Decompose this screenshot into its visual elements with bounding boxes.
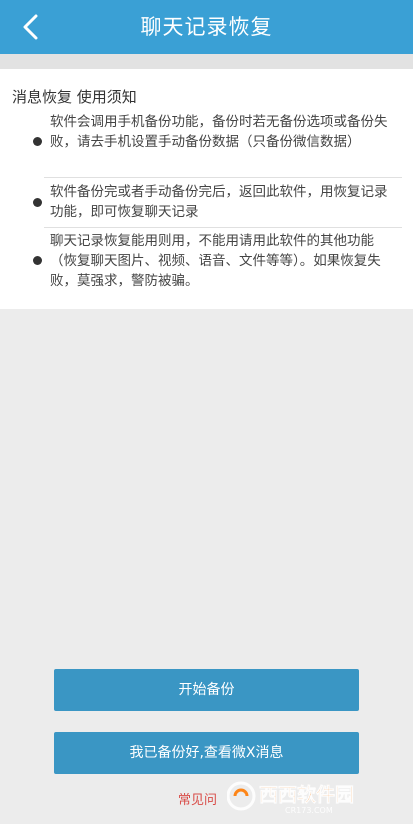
notice-item-text: 聊天记录恢复能用则用，不能用请用此软件的其他功能（恢复聊天图片、视频、语音、文件… [50,233,381,289]
divider [44,177,402,178]
notice-title: 消息恢复 使用须知 [12,88,137,106]
bullet-icon [33,256,42,265]
watermark-logo-icon: 西西软件园 CR173.COM [226,781,354,815]
notice-item-text: 软件会调用手机备份功能，备份时若无备份选项或备份失败，请去手机设置手动备份数据（… [50,114,388,150]
site-watermark: 西西软件园 CR173.COM [226,776,407,816]
svg-text:西西软件园: 西西软件园 [259,783,354,806]
divider [44,227,402,228]
notice-panel: 消息恢复 使用须知 软件会调用手机备份功能，备份时若无备份选项或备份失败，请去手… [0,69,413,309]
view-messages-button[interactable]: 我已备份好,查看微X消息 [54,732,359,774]
bullet-icon [33,198,42,207]
svg-text:CR173.COM: CR173.COM [285,806,333,815]
bullet-icon [33,137,42,146]
app-header: 聊天记录恢复 [0,0,413,54]
faq-link[interactable]: 常见问 [178,789,217,808]
notice-item-text: 软件备份完或者手动备份完后，返回此软件，用恢复记录功能，即可恢复聊天记录 [50,184,388,220]
header-divider-strip [0,54,413,69]
start-backup-button[interactable]: 开始备份 [54,669,359,711]
page-title: 聊天记录恢复 [140,15,273,39]
